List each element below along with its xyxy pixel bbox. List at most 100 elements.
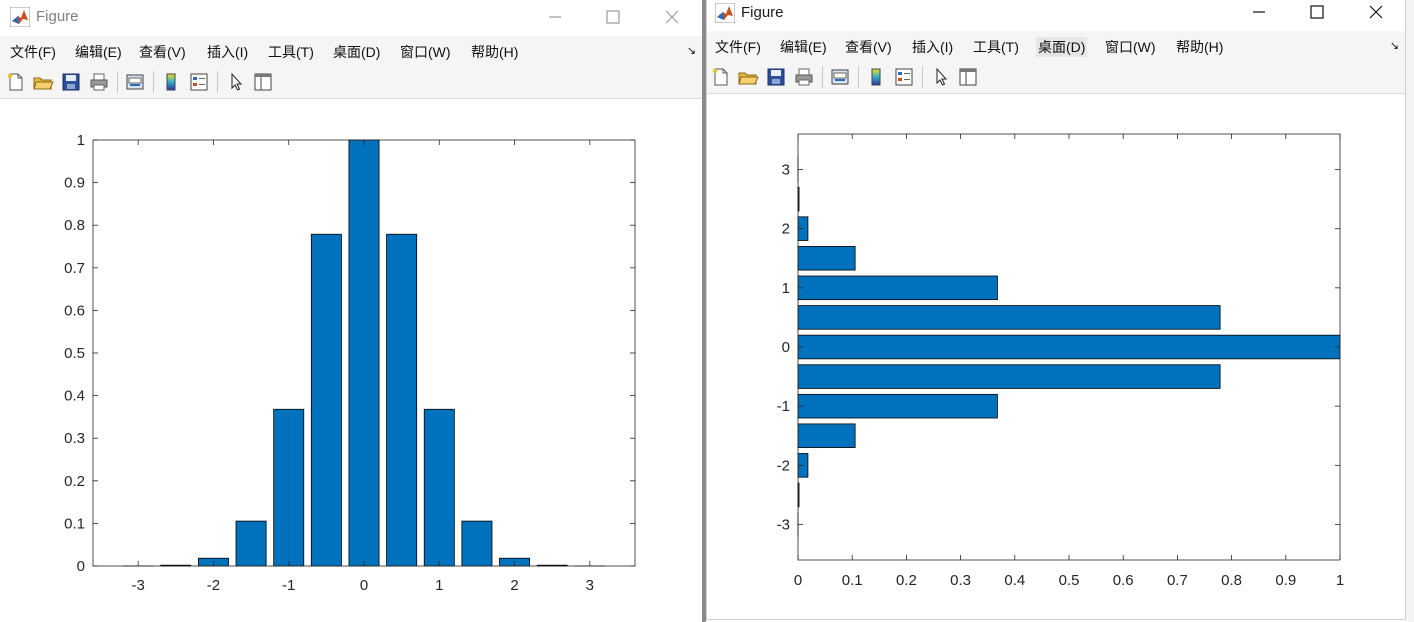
x-tick-label: 0: [794, 572, 802, 589]
window-title: Figure: [741, 4, 784, 21]
bar-chart-vertical: -3 -2 -1 0 1 2 3 0 0.1 0.2 0.3 0.4 0.5 0.6 0.7 0.8 0.9 1: [64, 132, 636, 594]
new-figure-icon[interactable]: [5, 71, 27, 93]
matlab-logo-icon: [715, 3, 735, 23]
bar: [273, 408, 305, 567]
maximize-icon[interactable]: [602, 6, 624, 28]
print-icon[interactable]: [793, 66, 815, 88]
y-tick-label: 3: [782, 162, 790, 179]
save-icon[interactable]: [765, 66, 787, 88]
bar: [797, 305, 1221, 330]
bar: [235, 520, 267, 567]
minimize-icon[interactable]: [1248, 1, 1270, 23]
menu-file[interactable]: 文件(F): [715, 37, 761, 57]
matlab-logo-icon: [10, 7, 30, 27]
toolbar-separator: [922, 66, 923, 88]
x-tick-label: 0.8: [1221, 572, 1242, 589]
bar: [310, 233, 342, 567]
menu-desktop[interactable]: 桌面(D): [1036, 37, 1088, 57]
pointer-icon[interactable]: [930, 66, 952, 88]
x-tick-label: 0.4: [1004, 572, 1025, 589]
menu-insert[interactable]: 插入(I): [912, 37, 953, 57]
x-tick-label: 0.9: [1275, 572, 1296, 589]
menu-help[interactable]: 帮助(H): [1176, 37, 1223, 57]
menu-overflow-icon[interactable]: ↘: [1390, 39, 1399, 52]
menu-window[interactable]: 窗口(W): [400, 42, 451, 62]
menu-tools[interactable]: 工具(T): [268, 42, 314, 62]
y-tick-label: -2: [777, 457, 790, 474]
x-tick-label: 0.3: [950, 572, 971, 589]
toolbar: [0, 66, 702, 99]
menu-edit[interactable]: 编辑(E): [780, 37, 827, 57]
title-bar[interactable]: Figure: [707, 0, 1405, 28]
menu-insert[interactable]: 插入(I): [207, 42, 248, 62]
toolbar-separator: [153, 71, 154, 93]
menu-desktop[interactable]: 桌面(D): [333, 42, 380, 62]
new-figure-icon[interactable]: [710, 66, 732, 88]
y-tick-label: 1: [782, 280, 790, 297]
y-tick-label: 0.2: [64, 473, 85, 490]
x-tick-label: 0.7: [1167, 572, 1188, 589]
figure-window-2: Figure 文件(F) 编辑(E) 查看(V) 插入(I) 工具(T) 桌面(…: [706, 0, 1406, 620]
window-title: Figure: [36, 8, 79, 25]
open-file-icon[interactable]: [32, 71, 54, 93]
y-tick-label: 0.8: [64, 217, 85, 234]
bar: [797, 334, 1341, 360]
open-file-icon[interactable]: [737, 66, 759, 88]
y-tick-label: 0: [77, 558, 85, 575]
title-bar[interactable]: Figure: [0, 0, 702, 34]
print-icon[interactable]: [88, 71, 110, 93]
menu-view[interactable]: 查看(V): [139, 42, 186, 62]
bar: [797, 423, 856, 448]
maximize-icon[interactable]: [1306, 1, 1328, 23]
minimize-icon[interactable]: [544, 6, 566, 28]
colorbar-icon[interactable]: [160, 71, 182, 93]
bar: [797, 393, 998, 419]
menu-file[interactable]: 文件(F): [10, 42, 56, 62]
close-icon[interactable]: [661, 6, 683, 28]
x-tick-label: 3: [586, 577, 594, 594]
y-tick-label: 0.6: [64, 302, 85, 319]
toolbar-separator: [822, 66, 823, 88]
toolbar-separator: [217, 71, 218, 93]
menu-window[interactable]: 窗口(W): [1105, 37, 1156, 57]
bar-chart-horizontal: 0 0.1 0.2 0.3 0.4 0.5 0.6 0.7 0.8 0.9 1 -3 -2 -1 0 1 2 3: [777, 133, 1344, 589]
menu-help[interactable]: 帮助(H): [471, 42, 518, 62]
bar: [386, 233, 418, 567]
background-window-edge: [1406, 0, 1414, 622]
colorbar-icon[interactable]: [865, 66, 887, 88]
property-editor-icon[interactable]: [957, 66, 979, 88]
figure-window-1: Figure 文件(F) 编辑(E) 查看(V) 插入(I) 工具(T) 桌面(…: [0, 0, 702, 622]
x-tick-label: 0.2: [896, 572, 917, 589]
bar: [461, 520, 493, 567]
link-plot-icon[interactable]: [829, 66, 851, 88]
y-tick-label: 0.7: [64, 260, 85, 277]
y-tick-label: 0.9: [64, 175, 85, 192]
save-icon[interactable]: [60, 71, 82, 93]
bar: [423, 408, 455, 567]
menu-edit[interactable]: 编辑(E): [75, 42, 122, 62]
x-tick-label: 0.1: [842, 572, 863, 589]
x-tick-label: 1: [1336, 572, 1344, 589]
menu-overflow-icon[interactable]: ↘: [687, 44, 696, 57]
pointer-icon[interactable]: [225, 71, 247, 93]
bar: [797, 246, 856, 271]
y-tick-label: -1: [777, 398, 790, 415]
toolbar-separator: [858, 66, 859, 88]
toolbar-separator: [117, 71, 118, 93]
menu-bar: 文件(F) 编辑(E) 查看(V) 插入(I) 工具(T) 桌面(D) 窗口(W…: [0, 36, 702, 66]
legend-icon[interactable]: [893, 66, 915, 88]
menu-view[interactable]: 查看(V): [845, 37, 892, 57]
link-plot-icon[interactable]: [124, 71, 146, 93]
x-tick-label: -2: [207, 577, 220, 594]
bar: [797, 275, 998, 301]
legend-icon[interactable]: [188, 71, 210, 93]
y-tick-label: 1: [77, 132, 85, 149]
menu-tools[interactable]: 工具(T): [973, 37, 1019, 57]
bar: [348, 139, 380, 567]
y-tick-label: 0.1: [64, 515, 85, 532]
y-tick-label: 0.4: [64, 388, 85, 405]
close-icon[interactable]: [1365, 1, 1387, 23]
x-tick-label: 2: [510, 577, 518, 594]
property-editor-icon[interactable]: [252, 71, 274, 93]
x-tick-label: -1: [282, 577, 295, 594]
